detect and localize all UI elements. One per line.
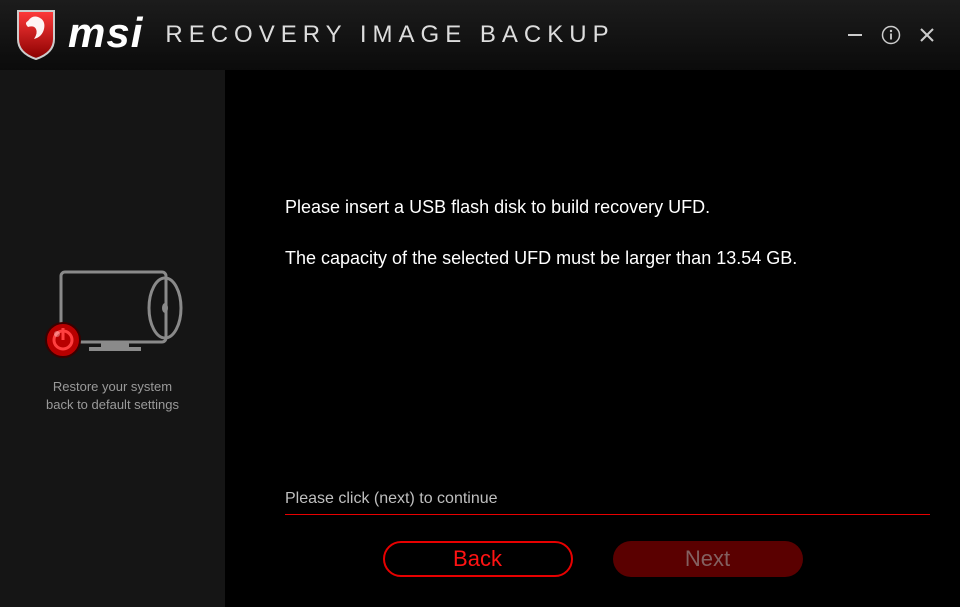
info-button[interactable] (880, 24, 902, 46)
msi-brand-text: msi (68, 12, 143, 54)
continue-hint: Please click (next) to continue (285, 490, 930, 515)
sidebar-caption: Restore your system back to default sett… (46, 378, 179, 413)
restore-system-icon (33, 264, 193, 364)
back-button[interactable]: Back (383, 541, 573, 577)
instruction-line2: The capacity of the selected UFD must be… (285, 248, 797, 268)
nav-button-row: Back Next (225, 541, 960, 577)
main-panel: Please insert a USB flash disk to build … (225, 70, 960, 607)
minimize-button[interactable] (844, 24, 866, 46)
instruction-line1: Please insert a USB flash disk to build … (285, 197, 710, 217)
app-title: RECOVERY IMAGE BACKUP (165, 21, 844, 49)
next-button[interactable]: Next (613, 541, 803, 577)
header-bar: msi RECOVERY IMAGE BACKUP (0, 0, 960, 71)
msi-shield-logo (14, 9, 58, 61)
window-controls (844, 0, 960, 70)
close-button[interactable] (916, 24, 938, 46)
sidebar-caption-line2: back to default settings (46, 397, 179, 412)
instruction-text: Please insert a USB flash disk to build … (285, 170, 797, 271)
app-window: msi RECOVERY IMAGE BACKUP (0, 0, 960, 607)
sidebar-caption-line1: Restore your system (53, 379, 172, 394)
sidebar: Restore your system back to default sett… (0, 70, 225, 607)
